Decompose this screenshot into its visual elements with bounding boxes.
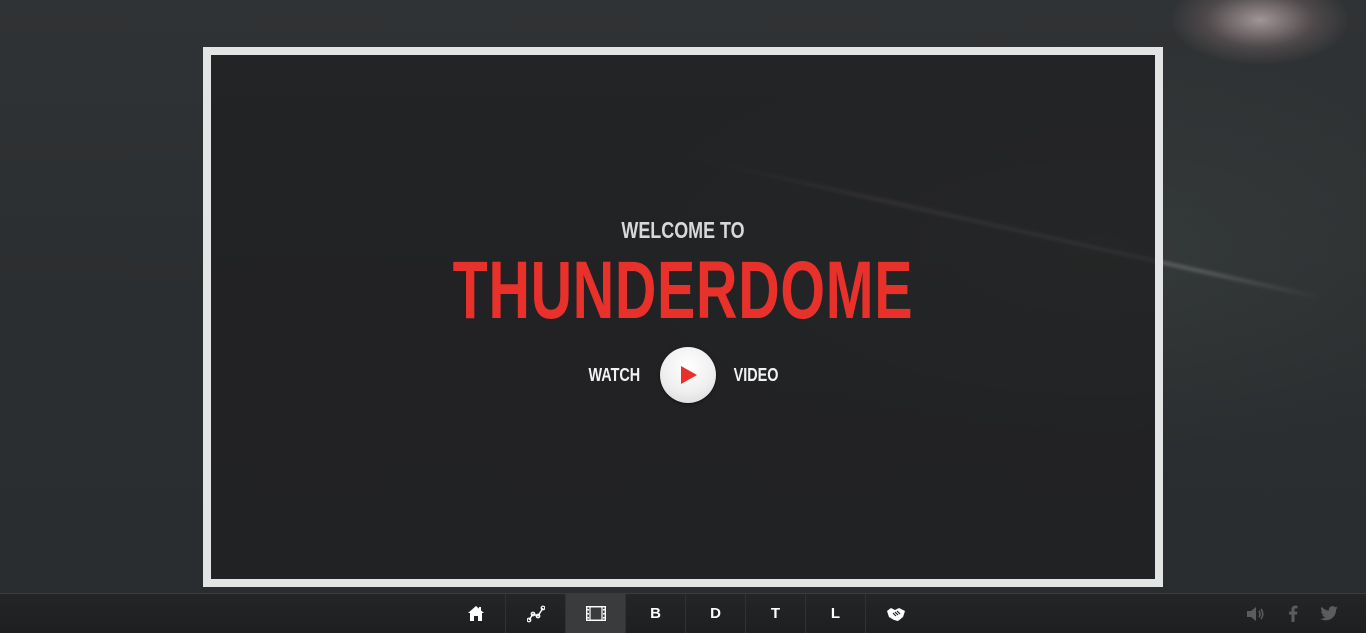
nav-item-film[interactable]: [566, 594, 626, 633]
background-stage: WELCOME TO THUNDERDOME WATCH VIDEO: [0, 0, 1366, 593]
nav-item-t[interactable]: T: [746, 594, 806, 633]
home-icon: [467, 606, 484, 621]
nav-label-d: D: [710, 605, 721, 622]
film-icon: [585, 606, 606, 621]
volume-button[interactable]: [1246, 606, 1266, 622]
facebook-link[interactable]: [1288, 605, 1298, 622]
handshake-icon: [887, 607, 905, 621]
volume-icon: [1247, 606, 1264, 621]
play-video-button[interactable]: [660, 347, 717, 403]
video-label: VIDEO: [733, 364, 779, 385]
chart-icon: [526, 605, 545, 622]
watch-label: WATCH: [588, 364, 640, 385]
facebook-icon: [1289, 605, 1298, 622]
watch-video-row: WATCH VIDEO: [211, 347, 1155, 403]
site-title: THUNDERDOME: [452, 245, 914, 336]
hero-frame: WELCOME TO THUNDERDOME WATCH VIDEO: [203, 47, 1163, 587]
nav-item-home[interactable]: [446, 594, 506, 633]
nav-items: B D T L: [446, 594, 926, 633]
nav-label-t: T: [770, 605, 781, 622]
social-links: [1246, 594, 1338, 633]
nav-label-l: L: [830, 605, 841, 622]
welcome-heading: WELCOME TO: [621, 217, 745, 243]
play-icon: [681, 366, 698, 384]
nav-item-l[interactable]: L: [806, 594, 866, 633]
twitter-icon: [1320, 606, 1338, 621]
hero-text: WELCOME TO THUNDERDOME: [211, 217, 1155, 332]
nav-item-d[interactable]: D: [686, 594, 746, 633]
nav-item-handshake[interactable]: [866, 594, 926, 633]
bottom-navbar: B D T L: [0, 593, 1366, 633]
twitter-link[interactable]: [1320, 606, 1338, 621]
nav-label-b: B: [650, 605, 661, 622]
nav-item-chart[interactable]: [506, 594, 566, 633]
nav-item-b[interactable]: B: [626, 594, 686, 633]
